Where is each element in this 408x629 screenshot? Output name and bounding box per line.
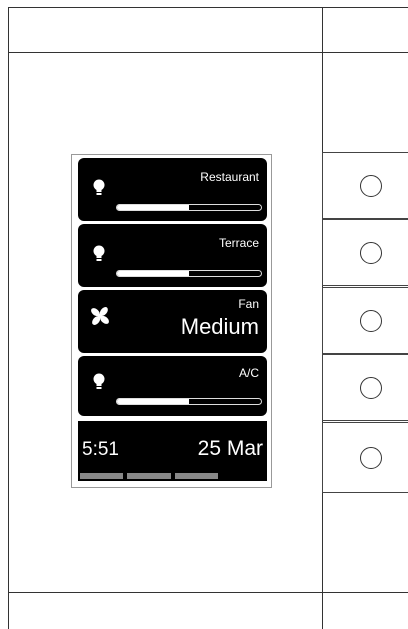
panel-bottom-divider [8, 592, 408, 593]
side-button-4[interactable] [322, 354, 408, 421]
dimmer-slider[interactable] [116, 204, 262, 211]
light-bulb-icon [93, 373, 105, 389]
button-circle-icon [360, 175, 382, 197]
dimmer-fill [117, 399, 189, 404]
clock-date: 25 Mar [197, 437, 263, 460]
button-circle-icon [360, 310, 382, 332]
button-circle-icon [360, 242, 382, 264]
fan-icon [91, 307, 109, 325]
page-indicator[interactable] [80, 473, 265, 479]
panel-top-divider [8, 52, 408, 53]
tile-restaurant[interactable]: Restaurant [78, 158, 267, 221]
page-dot[interactable] [127, 473, 171, 479]
tile-label: A/C [238, 366, 259, 380]
tile-fan[interactable]: Fan Medium [78, 290, 267, 353]
dimmer-slider[interactable] [116, 270, 262, 277]
button-circle-icon [360, 377, 382, 399]
status-footer: 5:51 25 Mar [78, 421, 267, 481]
tile-ac[interactable]: A/C [78, 356, 267, 416]
light-bulb-icon [93, 179, 105, 195]
side-button-1[interactable] [322, 152, 408, 219]
side-button-5[interactable] [322, 422, 408, 493]
side-button-3[interactable] [322, 287, 408, 354]
touch-screen: Restaurant Terrace Fan Medium A/C 5:51 2… [71, 154, 272, 488]
page-dot[interactable] [221, 473, 265, 479]
side-button-2[interactable] [322, 219, 408, 286]
dimmer-fill [117, 271, 189, 276]
tile-label: Fan [238, 297, 259, 311]
dimmer-slider[interactable] [116, 398, 262, 405]
tile-terrace[interactable]: Terrace [78, 224, 267, 287]
clock-time: 5:51 [82, 439, 119, 460]
page-dot[interactable] [174, 473, 218, 479]
light-bulb-icon [93, 245, 105, 261]
page-dot[interactable] [80, 473, 124, 479]
button-circle-icon [360, 447, 382, 469]
tile-label: Terrace [218, 236, 259, 250]
fan-speed-value: Medium [180, 314, 259, 339]
dimmer-fill [117, 205, 189, 210]
tile-label: Restaurant [200, 170, 259, 184]
